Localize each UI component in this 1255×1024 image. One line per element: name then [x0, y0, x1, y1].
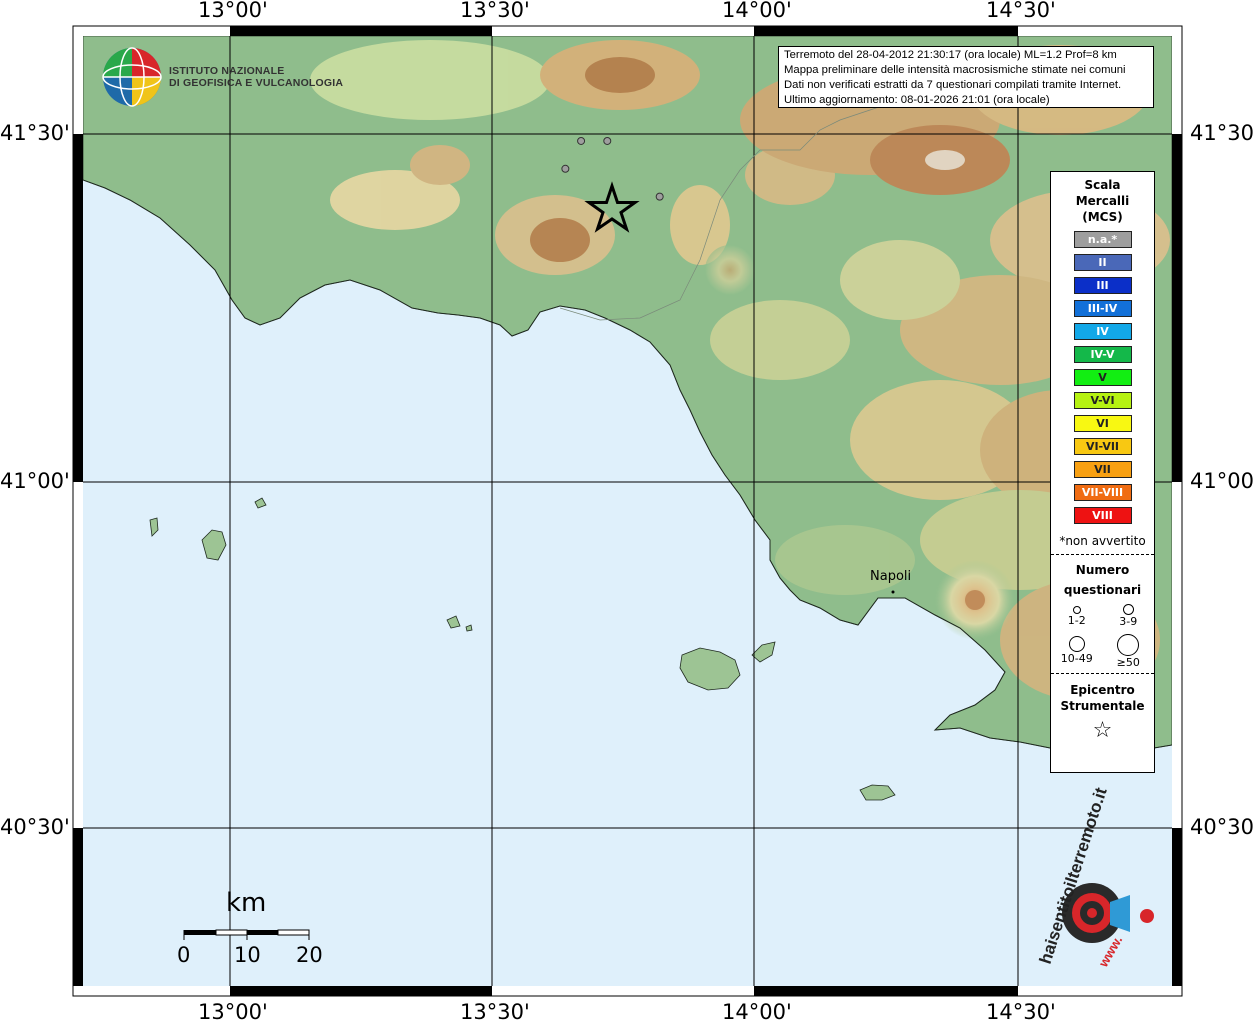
legend-item: II [1073, 254, 1132, 271]
lon-tick-bottom-1: 13°00' [198, 1000, 268, 1024]
lat-tick-left-3: 40°30' [0, 815, 70, 839]
legend-epi-line2: Strumentale [1060, 699, 1145, 713]
legend-item: VIII [1073, 507, 1132, 524]
legend-note: *non avvertito [1059, 534, 1146, 548]
legend-item: III-IV [1073, 300, 1132, 317]
legend-num-row2: 10-49 ≥50 [1051, 634, 1154, 669]
org-name: ISTITUTO NAZIONALE DI GEOFISICA E VULCAN… [169, 65, 343, 89]
event-info-line4: Ultimo aggiornamento: 08-01-2026 21:01 (… [784, 94, 1050, 106]
event-info-box: Terremoto del 28-04-2012 21:30:17 (ora l… [778, 46, 1154, 108]
lat-tick-right-1: 41°30' [1190, 121, 1255, 145]
legend-num-title-line1: Numero [1075, 563, 1130, 577]
legend-item: III [1073, 277, 1132, 294]
mcs-legend: Scala Mercalli (MCS) n.a.* II III III-IV IV I… [1050, 171, 1155, 773]
circle-size-4-icon [1117, 634, 1140, 656]
legend-divider-2 [1051, 673, 1154, 674]
lon-tick-top-1: 13°00' [198, 0, 268, 22]
legend-title-line2: Mercalli [1075, 194, 1130, 208]
scale-label-0: 0 [177, 943, 191, 967]
observation-point [561, 164, 570, 173]
legend-title: Scala Mercalli (MCS) [1051, 177, 1154, 225]
legend-num-title-line2: questionari [1063, 583, 1142, 597]
legend-item: VI-VII [1073, 438, 1132, 455]
legend-num-class-1: 1-2 [1051, 604, 1103, 628]
lat-tick-right-3: 40°30' [1190, 815, 1255, 839]
observation-point [603, 136, 612, 145]
legend-item: VII [1073, 461, 1132, 478]
circle-size-1-icon [1072, 606, 1081, 614]
event-info-line2: Mappa preliminare delle intensità macros… [784, 64, 1126, 76]
legend-item: VII-VIII [1073, 484, 1132, 501]
lon-tick-bottom-4: 14°30' [986, 1000, 1056, 1024]
legend-item: VI [1073, 415, 1132, 432]
lat-tick-left-1: 41°30' [0, 121, 70, 145]
lon-tick-bottom-3: 14°00' [722, 1000, 792, 1024]
lat-tick-left-2: 41°00' [0, 469, 70, 493]
observation-point [655, 192, 664, 201]
lon-tick-top-2: 13°30' [460, 0, 530, 22]
ingv-logo-icon [102, 47, 162, 107]
legend-item: IV [1073, 323, 1132, 340]
legend-epi-title: Epicentro Strumentale [1051, 682, 1154, 714]
legend-item: V-VI [1073, 392, 1132, 409]
legend-star-icon: ☆ [1092, 718, 1113, 743]
event-info-line3: Dati non verificati estratti da 7 questi… [784, 79, 1122, 91]
legend-num-label-2: 3-9 [1119, 615, 1138, 628]
legend-num-title: Numero questionari [1051, 560, 1154, 600]
legend-items: n.a.* II III III-IV IV IV-V V V-VI VI VI-VII VII VI… [1051, 231, 1154, 524]
circle-size-3-icon [1068, 636, 1085, 652]
legend-item: V [1073, 369, 1132, 386]
legend-epi-line1: Epicentro [1070, 683, 1135, 697]
lon-tick-top-3: 14°00' [722, 0, 792, 22]
legend-num-class-2: 3-9 [1103, 604, 1155, 628]
legend-num-row1: 1-2 3-9 [1051, 604, 1154, 628]
legend-title-line3: (MCS) [1082, 210, 1123, 224]
legend-divider [1051, 554, 1154, 555]
legend-num-label-3: 10-49 [1060, 652, 1093, 665]
circle-size-2-icon [1122, 604, 1134, 615]
lat-tick-right-2: 41°00' [1190, 469, 1255, 493]
org-name-line2: DI GEOFISICA E VULCANOLOGIA [169, 77, 344, 89]
legend-num-label-4: ≥50 [1116, 656, 1140, 669]
legend-item: n.a.* [1073, 231, 1132, 248]
observation-point [577, 136, 586, 145]
lon-tick-top-4: 14°30' [986, 0, 1056, 22]
scale-label-10: 10 [234, 943, 261, 967]
legend-num-class-4: ≥50 [1103, 634, 1155, 669]
place-label-napoli: Napoli [870, 569, 911, 584]
napoli-marker [891, 590, 895, 594]
scale-unit: km [226, 888, 267, 918]
org-name-line1: ISTITUTO NAZIONALE [169, 65, 285, 77]
legend-num-class-3: 10-49 [1051, 634, 1103, 669]
legend-item: IV-V [1073, 346, 1132, 363]
scale-label-20: 20 [296, 943, 323, 967]
legend-num-label-1: 1-2 [1067, 614, 1086, 627]
lon-tick-bottom-2: 13°30' [460, 1000, 530, 1024]
legend-title-line1: Scala [1084, 178, 1121, 192]
event-info-line1: Terremoto del 28-04-2012 21:30:17 (ora l… [784, 49, 1117, 61]
